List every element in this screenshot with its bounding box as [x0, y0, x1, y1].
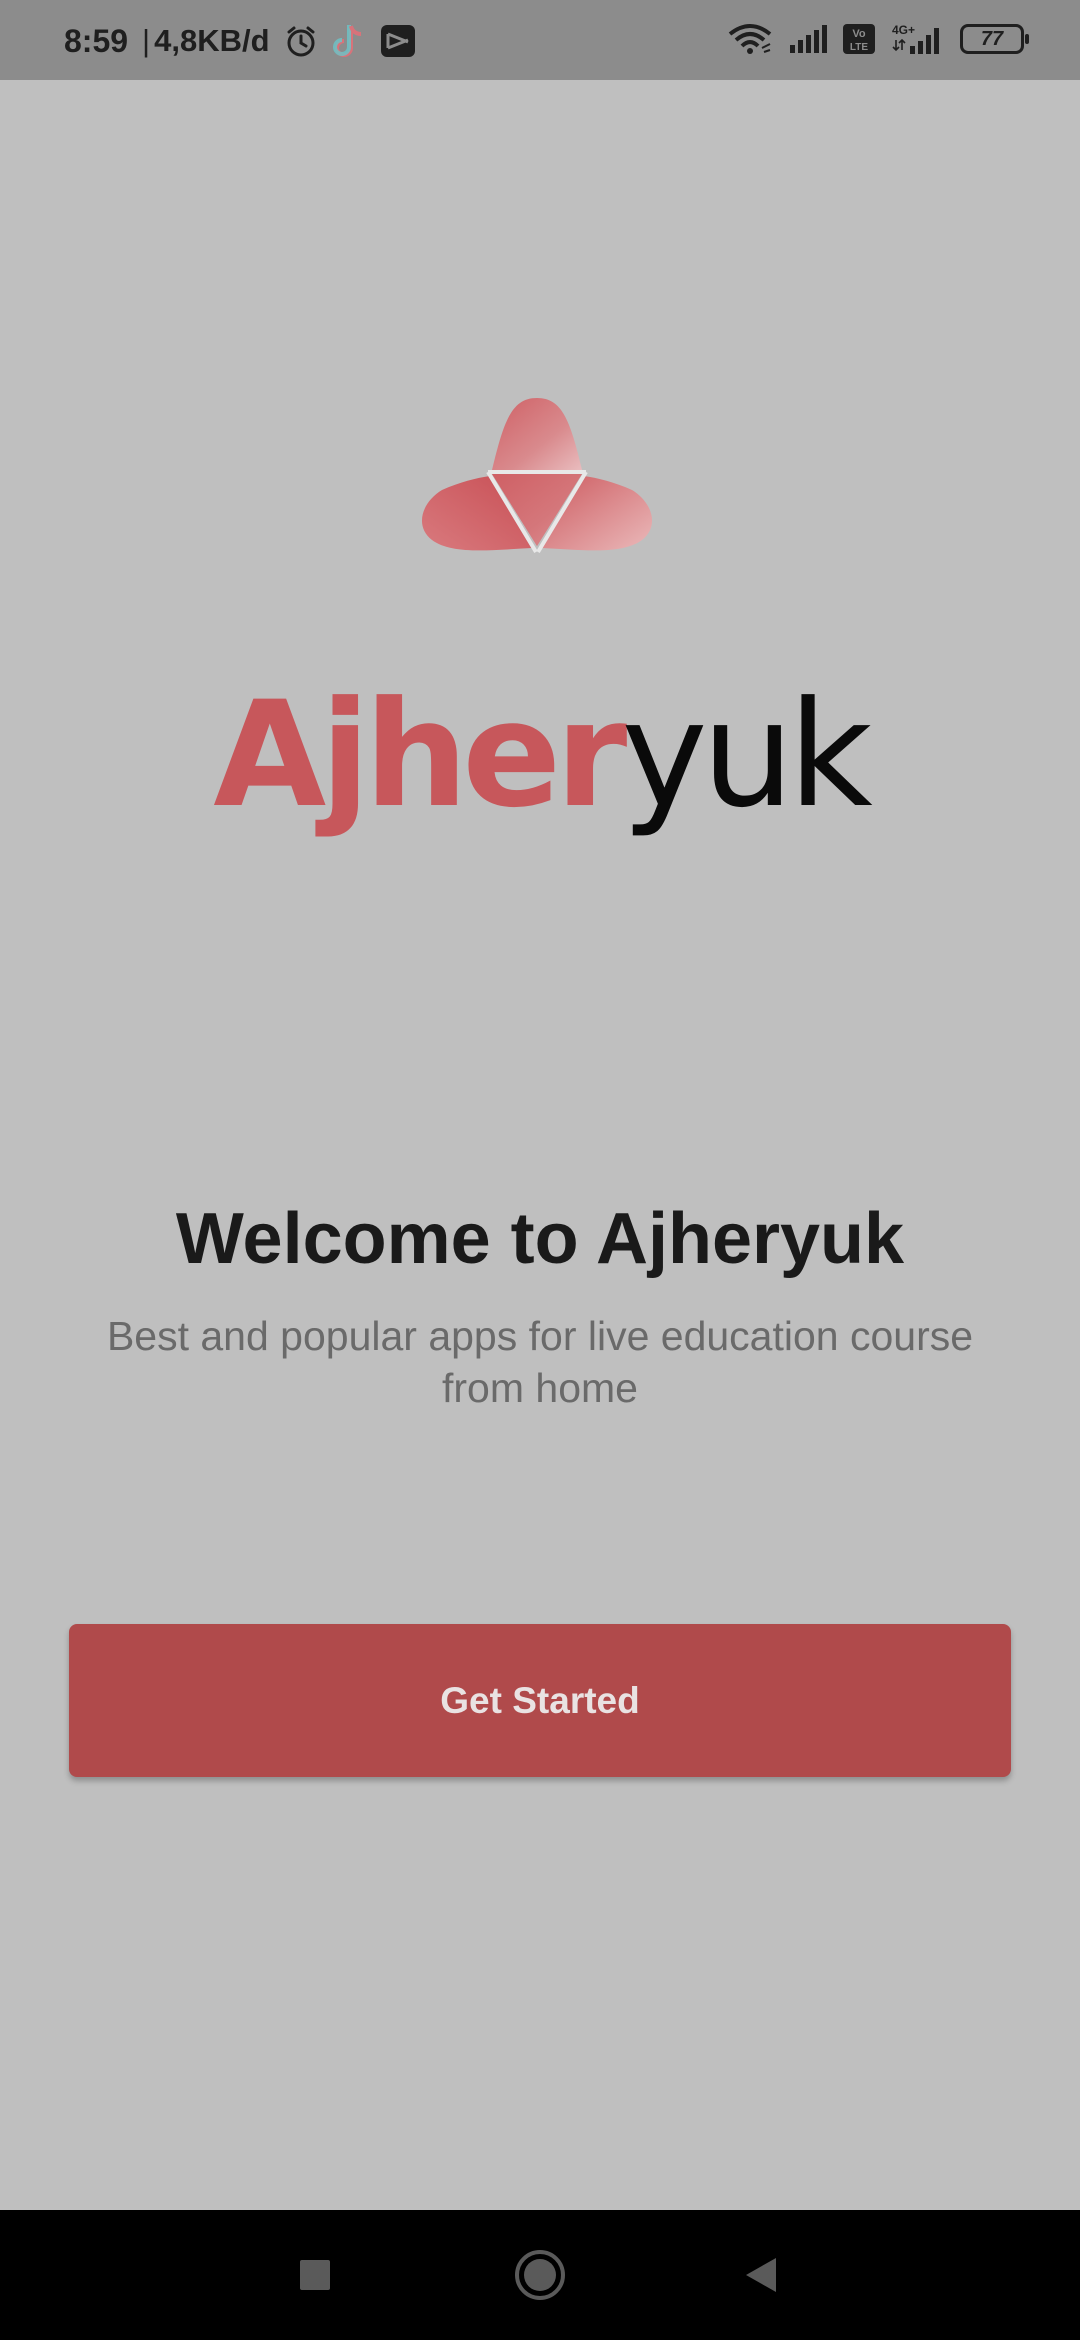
status-bar: 8:59 | 4,8KB/d Vo LTE 4G+ 77 [0, 0, 1080, 80]
app-wordmark: Ajheryuk [0, 682, 1080, 828]
get-started-button[interactable]: Get Started [69, 1624, 1011, 1777]
svg-text:LTE: LTE [850, 42, 868, 53]
battery-level: 77 [980, 27, 1004, 50]
status-left: 8:59 | 4,8KB/d [64, 22, 416, 60]
back-triangle-icon[interactable] [696, 2210, 826, 2340]
welcome-subtitle: Best and popular apps for live education… [106, 1313, 974, 1411]
svg-text:Vo: Vo [852, 28, 866, 40]
wifi-icon [726, 22, 774, 56]
signal-icon [788, 23, 828, 55]
alarm-icon [284, 24, 318, 58]
status-right: Vo LTE 4G+ 77 [726, 22, 1029, 56]
battery-icon: 77 [960, 24, 1029, 54]
wordmark-black-part: yuk [621, 670, 872, 840]
svg-text:4G+: 4G+ [892, 23, 915, 37]
volte-icon: Vo LTE [842, 23, 876, 55]
capcut-icon [380, 24, 416, 58]
tiktok-icon [332, 22, 366, 60]
4g-signal-icon: 4G+ [890, 22, 946, 56]
recents-square-icon[interactable] [250, 2210, 380, 2340]
navigation-bar [0, 2210, 1080, 2340]
home-circle-icon[interactable] [475, 2210, 605, 2340]
separator: | [142, 23, 151, 58]
triangle-logo-icon [421, 398, 653, 554]
clock-time: 8:59 [64, 22, 129, 59]
wordmark-red-part: Ajher [213, 670, 627, 840]
network-speed: 4,8KB/d [154, 23, 270, 58]
welcome-title: Welcome to Ajheryuk [175, 1199, 905, 1279]
